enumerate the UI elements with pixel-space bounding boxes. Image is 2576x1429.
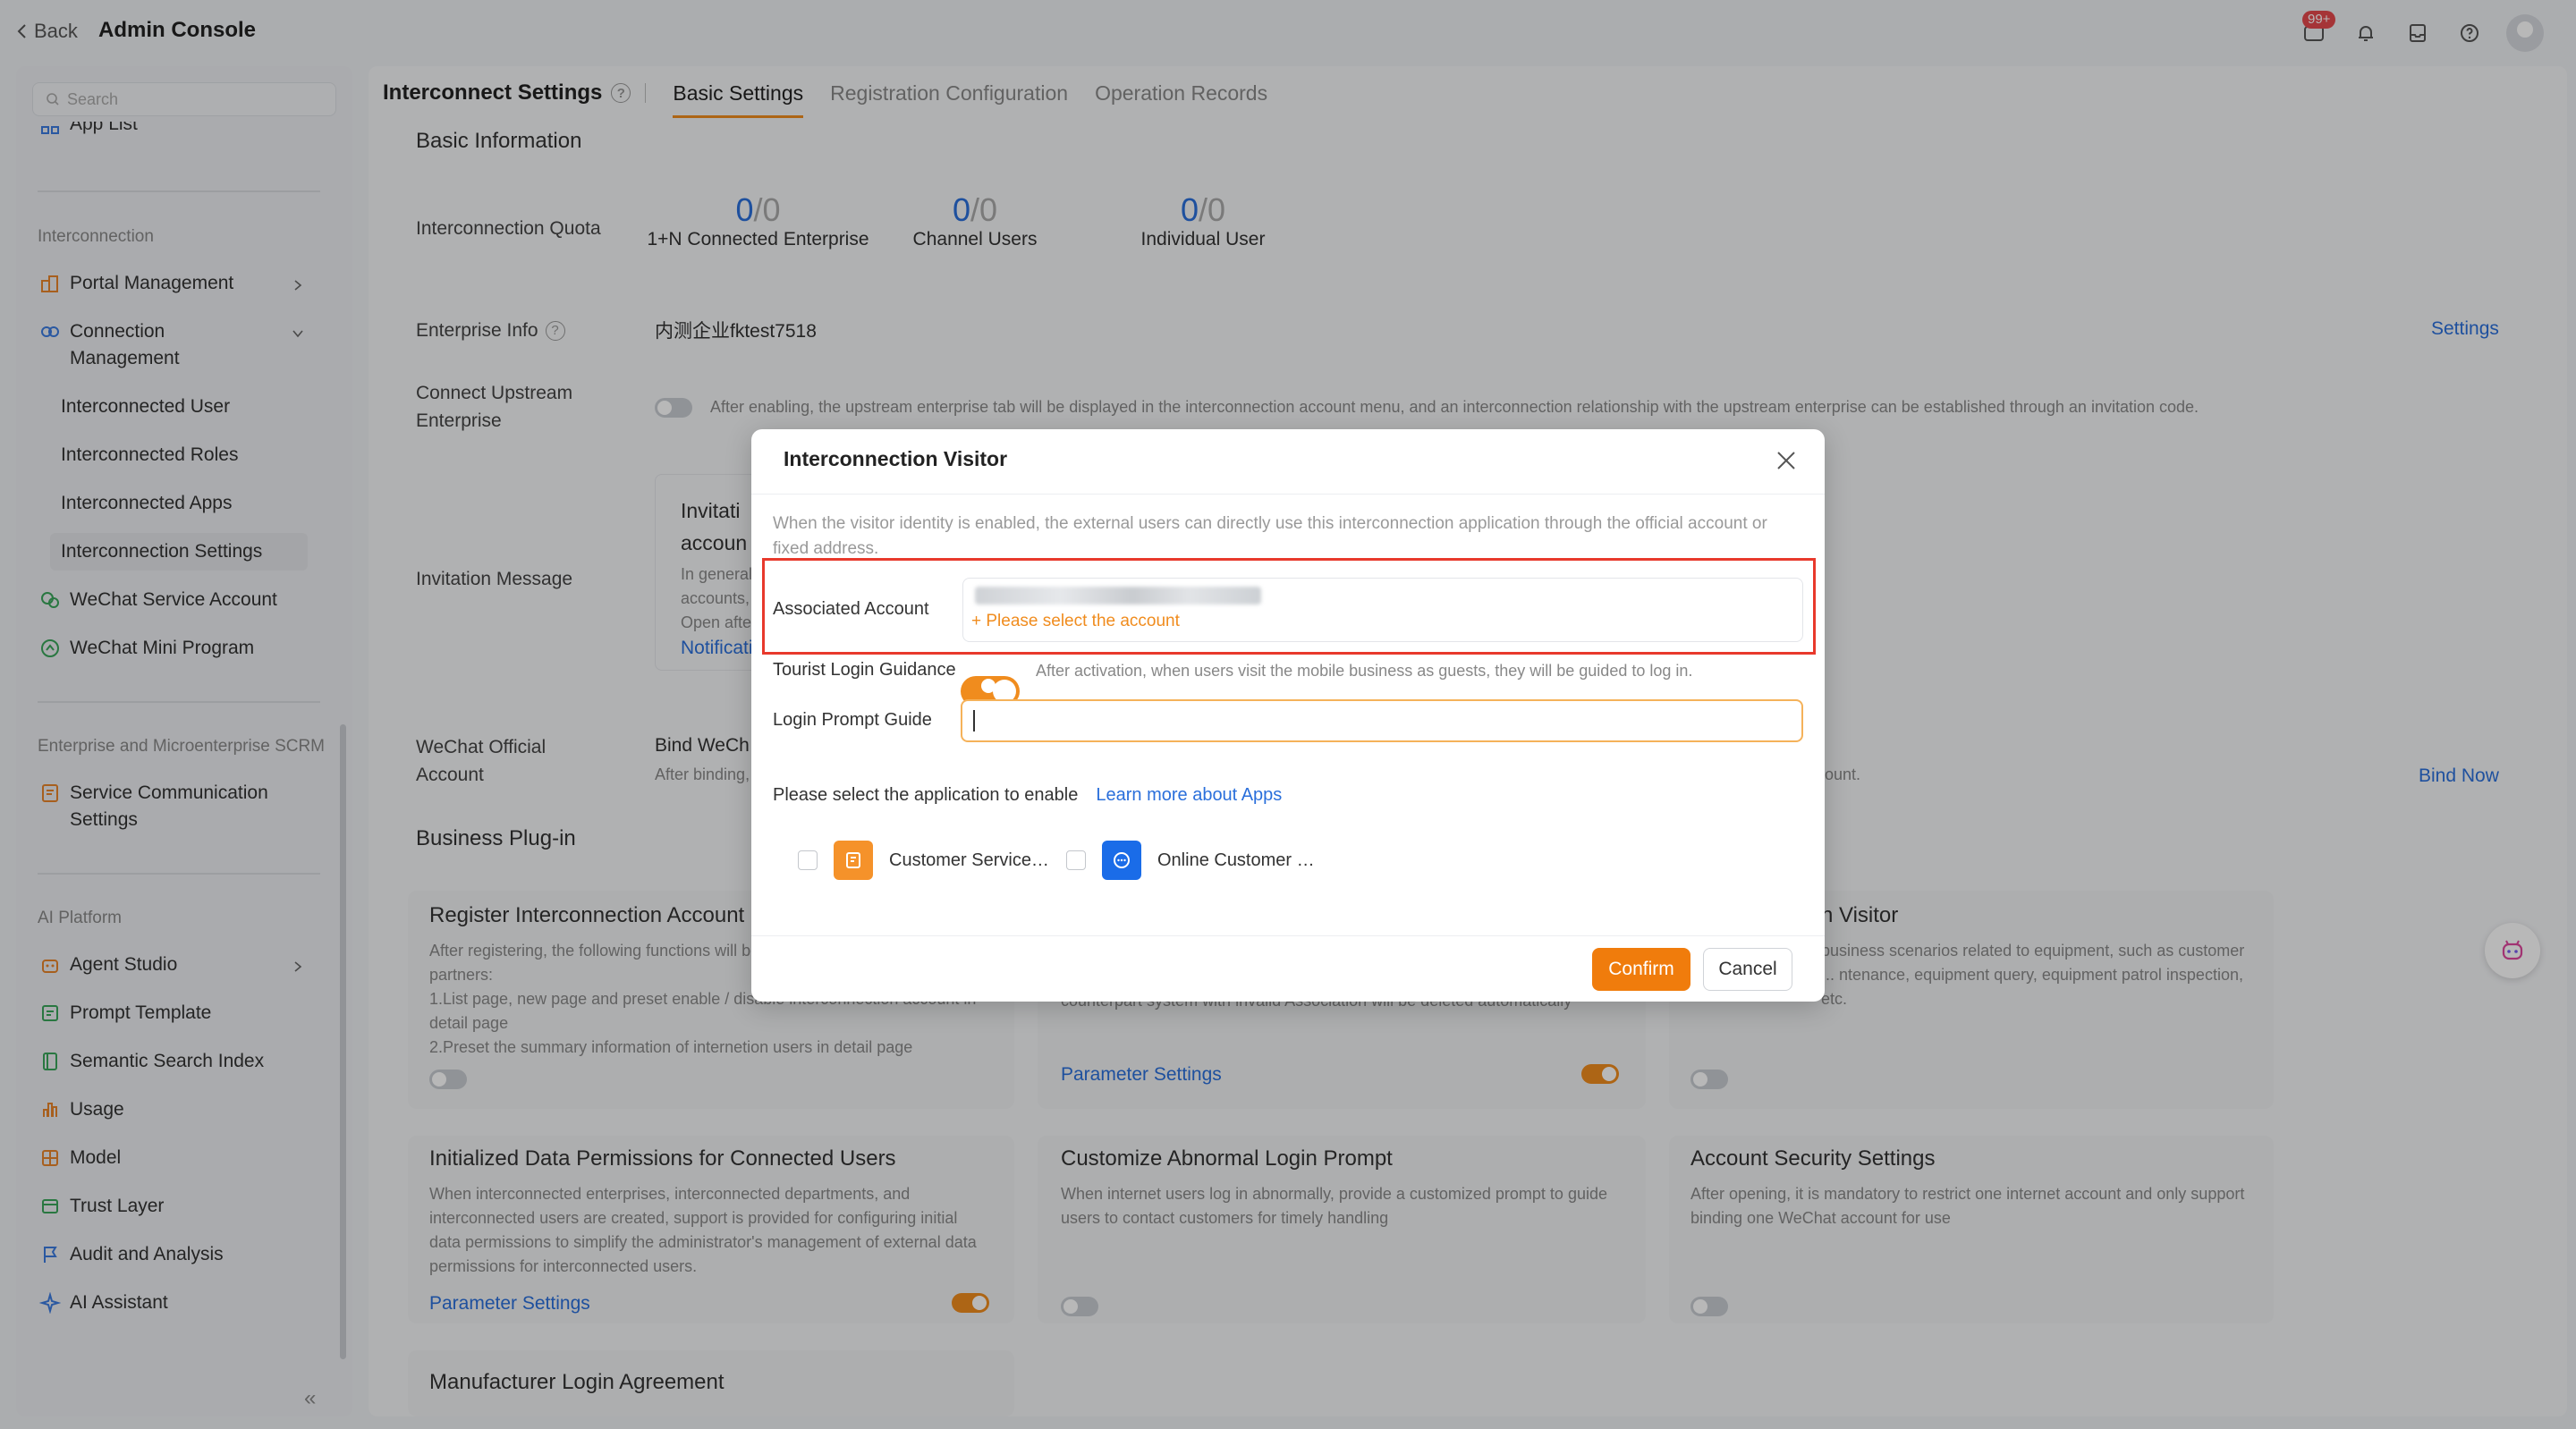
modal-note: When the visitor identity is enabled, th… <box>773 514 1767 558</box>
confirm-button[interactable]: Confirm <box>1592 948 1690 991</box>
close-icon[interactable] <box>1775 449 1798 472</box>
app-checkbox[interactable] <box>798 850 818 870</box>
login-prompt-input[interactable] <box>961 699 1803 742</box>
cancel-button[interactable]: Cancel <box>1703 948 1792 991</box>
apps-row: Please select the application to enable … <box>773 785 1282 806</box>
associated-account-label: Associated Account <box>773 599 929 619</box>
text-caret <box>973 710 975 731</box>
app-name: Customer Service… <box>889 850 1049 870</box>
blurred-account <box>975 587 1261 605</box>
tourist-login-label: Tourist Login Guidance <box>773 660 956 680</box>
online-customer-app-icon <box>1102 841 1141 880</box>
learn-more-link[interactable]: Learn more about Apps <box>1096 785 1282 806</box>
modal-title: Interconnection Visitor <box>784 447 1008 470</box>
apps-label: Please select the application to enable <box>773 785 1079 805</box>
divider <box>751 935 1825 936</box>
app-checkbox[interactable] <box>1066 850 1086 870</box>
select-account-link[interactable]: + Please select the account <box>971 612 1180 631</box>
app-list: Customer Service… Online Customer … <box>798 841 1315 880</box>
tourist-login-desc: After activation, when users visit the m… <box>1036 662 1693 680</box>
customer-service-app-icon <box>834 841 873 880</box>
app-name: Online Customer … <box>1157 850 1315 870</box>
login-prompt-label: Login Prompt Guide <box>773 710 932 730</box>
divider <box>751 494 1825 495</box>
